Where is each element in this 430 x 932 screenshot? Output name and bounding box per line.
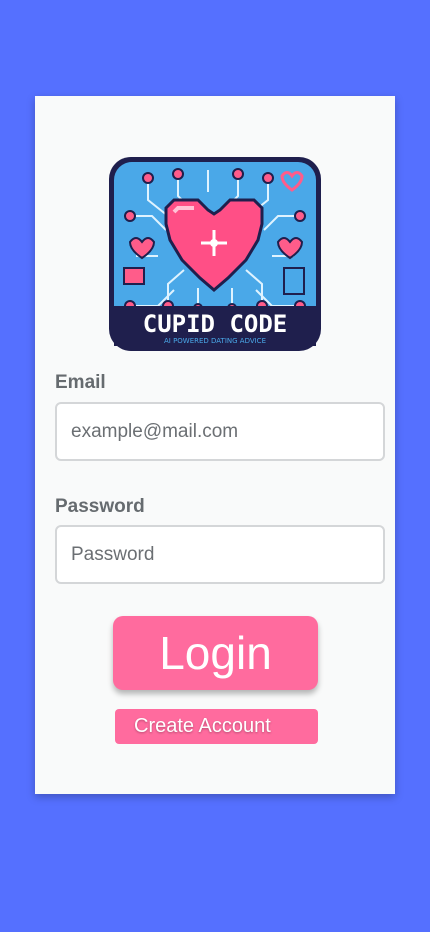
cupid-code-logo: CUPID CODE AI POWERED DATING ADVICE: [109, 157, 321, 351]
login-card: CUPID CODE AI POWERED DATING ADVICE Emai…: [35, 96, 395, 794]
email-input[interactable]: [55, 402, 385, 461]
create-account-button[interactable]: Create Account: [115, 709, 318, 744]
login-button[interactable]: Login: [113, 616, 318, 690]
logo-tagline: AI POWERED DATING ADVICE: [164, 337, 266, 345]
password-input[interactable]: [55, 525, 385, 584]
logo-title: CUPID CODE: [143, 310, 288, 338]
password-label: Password: [55, 496, 145, 517]
email-label: Email: [55, 372, 106, 393]
